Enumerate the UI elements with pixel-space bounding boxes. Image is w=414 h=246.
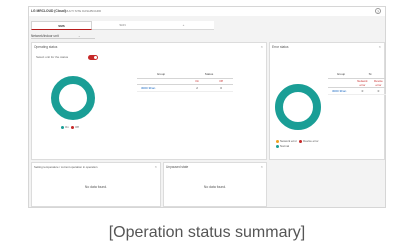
empty-message: No data found. (84, 185, 108, 189)
column-header-group: Group (328, 70, 354, 79)
question-circle-icon[interactable]: ? (375, 8, 381, 14)
table-row: 3000 3Fan 2 0 (137, 84, 233, 92)
unpaused-state-panel: Unpaused state × No data found. (163, 162, 267, 207)
operating-group-table: Group Status On Off 3000 3Fan 2 0 (137, 70, 233, 92)
legend-item-normal: Normal (276, 144, 289, 148)
operating-donut-label: 2 Units (68, 97, 79, 101)
dashboard-screen: LG MRCLOUD (Cloud) MULTI SITE DASHBOARD … (28, 6, 386, 208)
column-header-status: Status (185, 70, 233, 79)
operating-status-panel: Operating status × Select unit for the s… (31, 42, 267, 160)
error-status-title: Error status (272, 45, 289, 49)
error-status-panel: Error status × 3 Units Network error Dev… (269, 42, 386, 160)
unpaused-state-title: Unpaused state (166, 165, 189, 169)
tab-add[interactable]: + (153, 21, 214, 30)
chevron-down-icon: ⌄ (78, 34, 81, 38)
column-header-network-error: Network error (354, 78, 371, 88)
close-icon[interactable]: × (261, 44, 263, 49)
operating-legend: On Off (61, 125, 79, 129)
group-link[interactable]: 3000 3Fan (328, 87, 354, 95)
app-title: LG MRCLOUD (Cloud) (31, 9, 66, 13)
column-header-status: St (354, 70, 386, 79)
tab-sms[interactable]: SMS (31, 21, 92, 30)
empty-message: No data found. (203, 185, 227, 189)
close-icon[interactable]: × (379, 44, 381, 49)
tab-bar: SMS SCN + (31, 21, 214, 30)
close-icon[interactable]: × (261, 164, 263, 169)
top-bar: LG MRCLOUD (Cloud) MULTI SITE DASHBOARD … (29, 7, 385, 16)
column-header-group: Group (137, 70, 185, 79)
group-link[interactable]: 3000 3Fan (137, 84, 185, 92)
error-donut-chart: 3 Units (275, 84, 321, 130)
table-row: 3000 3Fan 0 0 (328, 87, 386, 95)
operating-filter-label: Select unit for the status (36, 55, 69, 59)
legend-item-device-error: Device error (299, 139, 319, 143)
close-icon[interactable]: × (155, 164, 157, 169)
temperature-difference-title: Setting temperature / current operation … (34, 165, 98, 169)
legend-item-on: On (61, 125, 69, 129)
error-legend: Network error Device error Normal (276, 139, 319, 149)
operating-donut-chart: 2 Units (51, 76, 95, 120)
group-select-value: Network/Indoor unit (31, 34, 59, 38)
column-header-device-error: Device error (370, 78, 386, 88)
figure-caption: [Operation status summary] (108, 224, 306, 241)
cell-on-count: 2 (185, 84, 210, 92)
operating-status-toggle[interactable] (88, 55, 98, 60)
temperature-difference-panel: Setting temperature / current operation … (31, 162, 161, 207)
error-group-table: Group St Network error Device error 3000… (328, 70, 386, 95)
operating-status-title: Operating status (34, 45, 58, 49)
legend-item-off: Off (71, 125, 79, 129)
cell-off-count: 0 (209, 84, 233, 92)
cell-device-error-count: 0 (370, 87, 386, 95)
group-select[interactable]: Network/Indoor unit ⌄ (31, 33, 95, 39)
legend-item-network-error: Network error (276, 139, 297, 143)
tab-scn[interactable]: SCN (92, 21, 153, 30)
app-subtitle: MULTI SITE DASHBOARD (65, 9, 102, 13)
cell-network-error-count: 0 (354, 87, 371, 95)
error-donut-label: 3 Units (293, 106, 304, 110)
